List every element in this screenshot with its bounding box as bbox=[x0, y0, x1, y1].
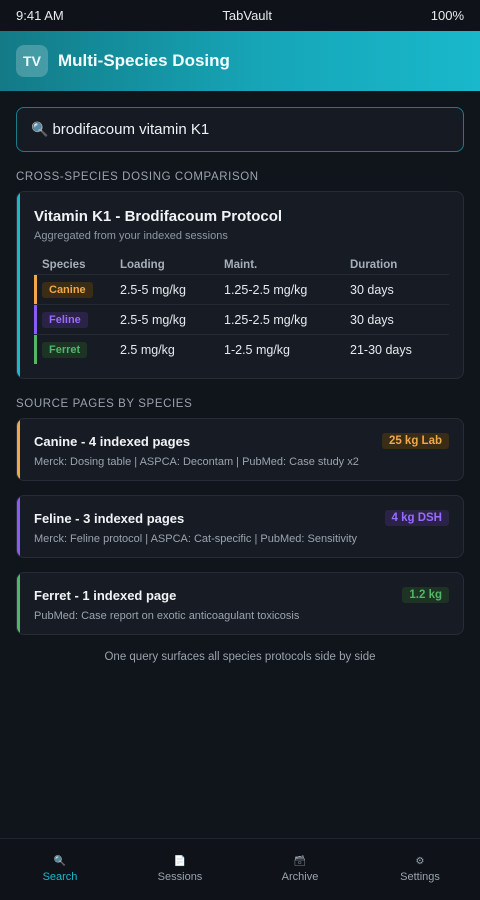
source-description: Merck: Dosing table | ASPCA: Decontam | … bbox=[34, 456, 359, 468]
column-header-maint: Maint. bbox=[224, 259, 258, 271]
source-title: Feline - 3 indexed pages bbox=[34, 510, 185, 526]
maint-cell: 1-2.5 mg/kg bbox=[224, 342, 291, 357]
table-row: Canine 2.5-5 mg/kg 1.25-2.5 mg/kg 30 day… bbox=[34, 274, 449, 304]
species-cell: Feline bbox=[34, 311, 120, 328]
table-body: Canine 2.5-5 mg/kg 1.25-2.5 mg/kg 30 day… bbox=[34, 274, 449, 364]
source-description: Merck: Feline protocol | ASPCA: Cat-spec… bbox=[34, 533, 358, 545]
document-icon: 📄 bbox=[173, 855, 187, 867]
gear-icon: ⚙ bbox=[415, 855, 425, 867]
tab-label: Settings bbox=[400, 870, 440, 883]
column-header-loading: Loading bbox=[120, 259, 165, 271]
dosing-table: Species Loading Maint. Duration Canine 2… bbox=[34, 256, 449, 364]
source-description: PubMed: Case report on exotic anticoagul… bbox=[34, 610, 300, 622]
maint-cell: 1.25-2.5 mg/kg bbox=[224, 312, 308, 327]
column-header-duration: Duration bbox=[350, 259, 398, 271]
main-content: 🔍 brodifacoum vitamin K1 Cross-species d… bbox=[0, 91, 480, 663]
source-card-canine[interactable]: Canine - 4 indexed pages 25 kg Lab Merck… bbox=[16, 418, 464, 481]
status-battery: 100% bbox=[430, 8, 464, 23]
status-bar: 9:41 AM TabVault 100% bbox=[0, 0, 480, 31]
duration-cell: 30 days bbox=[350, 282, 394, 297]
protocol-title: Vitamin K1 - Brodifacoum Protocol bbox=[34, 208, 283, 225]
archive-icon: 🗃 bbox=[293, 855, 307, 867]
table-row: Feline 2.5-5 mg/kg 1.25-2.5 mg/kg 30 day… bbox=[34, 304, 449, 334]
loading-cell: 2.5-5 mg/kg bbox=[120, 282, 187, 297]
status-app-name: TabVault bbox=[222, 8, 273, 23]
tab-search[interactable]: 🔍 Search bbox=[0, 839, 120, 900]
page-title: Multi-Species Dosing bbox=[58, 51, 230, 70]
species-tag: Canine bbox=[42, 281, 93, 298]
column-header-species: Species bbox=[42, 259, 86, 271]
source-card-feline[interactable]: Feline - 3 indexed pages 4 kg DSH Merck:… bbox=[16, 495, 464, 558]
species-tag: Feline bbox=[42, 311, 88, 328]
tab-label: Search bbox=[42, 870, 78, 883]
sources-section-label: Source pages by species bbox=[16, 398, 193, 410]
tab-label: Sessions bbox=[157, 870, 203, 883]
app-logo: TV bbox=[16, 45, 48, 77]
source-card-ferret[interactable]: Ferret - 1 indexed page 1.2 kg PubMed: C… bbox=[16, 572, 464, 635]
tab-settings[interactable]: ⚙ Settings bbox=[360, 839, 480, 900]
protocol-card: Vitamin K1 - Brodifacoum Protocol Aggreg… bbox=[16, 191, 464, 379]
source-title: Ferret - 1 indexed page bbox=[34, 587, 177, 603]
species-tag: Ferret bbox=[42, 341, 88, 358]
loading-cell: 2.5 mg/kg bbox=[120, 342, 175, 357]
footer-note: One query surfaces all species protocols… bbox=[104, 651, 376, 663]
search-query: brodifacoum vitamin K1 bbox=[52, 121, 210, 138]
species-cell: Ferret bbox=[34, 341, 120, 358]
app-header: TV Multi-Species Dosing bbox=[0, 31, 480, 91]
duration-cell: 30 days bbox=[350, 312, 394, 327]
weight-badge: 1.2 kg bbox=[402, 587, 449, 603]
status-time: 9:41 AM bbox=[16, 8, 64, 23]
weight-badge: 25 kg Lab bbox=[381, 433, 449, 449]
tab-sessions[interactable]: 📄 Sessions bbox=[120, 839, 240, 900]
tab-archive[interactable]: 🗃 Archive bbox=[240, 839, 360, 900]
species-cell: Canine bbox=[34, 281, 120, 298]
search-icon: 🔍 bbox=[31, 121, 49, 137]
table-header-row: Species Loading Maint. Duration bbox=[34, 256, 449, 274]
search-input[interactable]: 🔍 brodifacoum vitamin K1 bbox=[16, 107, 464, 152]
bottom-tab-bar: 🔍 Search 📄 Sessions 🗃 Archive ⚙ Settings bbox=[0, 838, 480, 900]
table-row: Ferret 2.5 mg/kg 1-2.5 mg/kg 21-30 days bbox=[34, 334, 449, 364]
comparison-section-label: Cross-species dosing comparison bbox=[16, 171, 259, 183]
protocol-subtitle: Aggregated from your indexed sessions bbox=[34, 230, 228, 242]
duration-cell: 21-30 days bbox=[350, 342, 412, 357]
loading-cell: 2.5-5 mg/kg bbox=[120, 312, 187, 327]
tab-label: Archive bbox=[281, 870, 319, 883]
maint-cell: 1.25-2.5 mg/kg bbox=[224, 282, 308, 297]
search-icon: 🔍 bbox=[53, 855, 67, 867]
weight-badge: 4 kg DSH bbox=[384, 510, 449, 526]
source-title: Canine - 4 indexed pages bbox=[34, 433, 191, 449]
